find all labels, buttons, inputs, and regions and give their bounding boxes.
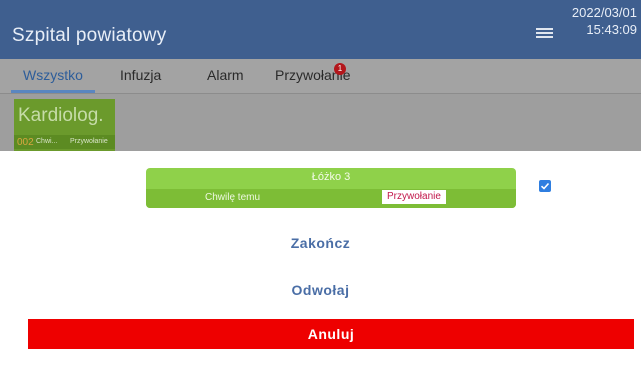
bed-card[interactable]: Łóżko 3 Chwilę temu Przywołanie: [146, 168, 516, 208]
tab-bar: Wszystko Infuzja Alarm Przywołanie 1: [0, 59, 641, 94]
bed-title: Łóżko 3: [311, 171, 351, 183]
select-checkbox[interactable]: [539, 180, 551, 192]
room-status-bar: 002 Chwi... Przywołanie: [14, 135, 115, 149]
date-text: 2022/03/01: [571, 5, 637, 20]
bed-time: Chwilę temu: [205, 192, 261, 203]
revoke-button[interactable]: Odwołaj: [0, 282, 641, 298]
call-action-sheet: Łóżko 3 Chwilę temu Przywołanie Zakończ …: [0, 151, 641, 367]
datetime-display: 2022/03/01 15:43:09: [572, 4, 637, 38]
cancel-button[interactable]: Anuluj: [28, 319, 634, 349]
room-card-kardiologia[interactable]: Kardiolog. 002 Chwi... Przywołanie: [14, 99, 115, 155]
bed-status-badge: Przywołanie: [382, 190, 446, 204]
room-number: 002: [17, 137, 34, 148]
tab-infuzja[interactable]: Infuzja: [120, 67, 161, 83]
bed-info-bar: Chwilę temu Przywołanie: [146, 189, 516, 208]
room-name: Kardiolog.: [18, 105, 104, 126]
room-tag: Przywołanie: [70, 138, 108, 145]
tab-wszystko[interactable]: Wszystko: [23, 67, 83, 83]
finish-button[interactable]: Zakończ: [0, 235, 641, 251]
app-root: Szpital powiatowy 2022/03/01 15:43:09 Ws…: [0, 0, 641, 367]
time-text: 15:43:09: [586, 22, 637, 37]
app-header: Szpital powiatowy 2022/03/01 15:43:09: [0, 0, 641, 59]
app-title: Szpital powiatowy: [12, 25, 167, 46]
checkmark-icon: [540, 182, 550, 190]
room-subtitle: Chwi...: [36, 138, 58, 145]
tab-alarm[interactable]: Alarm: [207, 67, 244, 83]
active-tab-indicator: [11, 90, 95, 93]
notification-badge: 1: [334, 63, 346, 75]
hamburger-menu-icon[interactable]: [536, 26, 553, 40]
